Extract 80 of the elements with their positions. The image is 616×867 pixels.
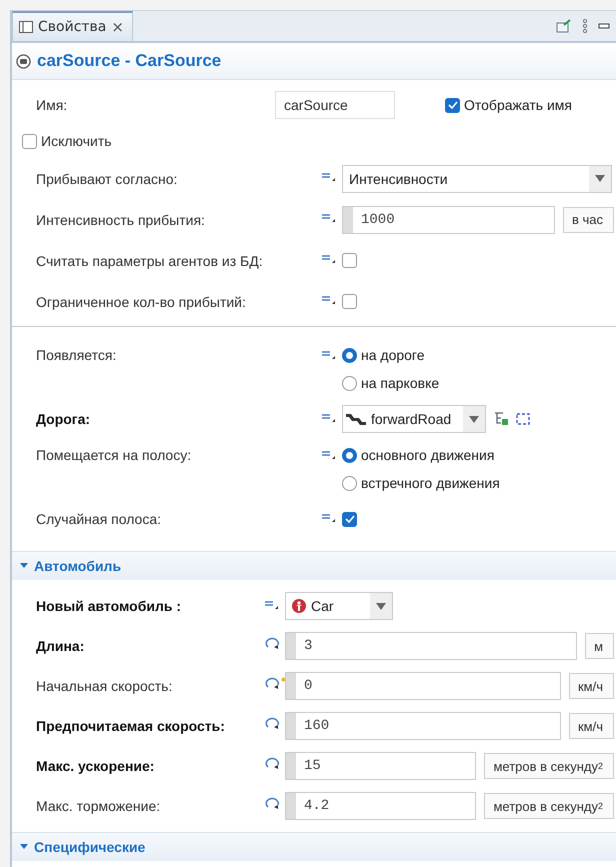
unit-dropdown[interactable]: метров в секунду$^{2}$ <box>484 793 614 819</box>
unit-dropdown[interactable]: м <box>585 633 614 659</box>
field-label: Случайная полоса: <box>36 511 162 527</box>
input-field[interactable]: 4.2 <box>285 792 476 820</box>
dropdown[interactable]: Интенсивности <box>342 164 612 192</box>
dynamic-parameter-icon[interactable] <box>265 677 281 691</box>
dropdown-arrow-icon <box>376 602 386 610</box>
checkbox[interactable] <box>342 253 357 268</box>
input-field[interactable]: 3 <box>285 632 578 660</box>
dropdown[interactable]: Car <box>285 592 393 620</box>
unit-dropdown[interactable]: км/ч <box>568 673 614 699</box>
static-parameter-icon[interactable] <box>322 295 336 305</box>
dynamic-parameter-icon[interactable] <box>265 757 281 771</box>
static-parameter-icon[interactable] <box>322 450 336 460</box>
dropdown[interactable]: forwardRoad <box>342 405 486 433</box>
exclude-option[interactable]: Исключить <box>12 124 616 158</box>
name-field[interactable]: carSource <box>275 91 395 119</box>
more-icon[interactable] <box>582 19 588 33</box>
checkbox[interactable] <box>445 98 460 112</box>
field-label: Макс. торможение: <box>36 798 162 814</box>
input-field[interactable]: 1000 <box>342 206 555 234</box>
properties-tab[interactable]: Свойства × <box>12 11 133 41</box>
selection-icon[interactable] <box>516 413 530 425</box>
static-parameter-icon[interactable] <box>322 512 336 522</box>
input-field[interactable]: 15 <box>285 752 476 780</box>
input-field[interactable]: 160 <box>285 712 561 740</box>
field-label: Интенсивность прибытия: <box>36 212 206 228</box>
unit-dropdown[interactable]: км/ч <box>568 713 614 739</box>
checkbox[interactable] <box>342 512 357 526</box>
static-parameter-icon[interactable] <box>322 350 336 360</box>
radio-button[interactable] <box>342 376 357 390</box>
static-parameter-icon[interactable] <box>322 213 336 223</box>
agent-icon <box>292 599 306 613</box>
dropdown-arrow-icon <box>595 175 605 182</box>
radio-button[interactable] <box>342 448 357 462</box>
radio-option[interactable]: на парковке <box>342 369 440 397</box>
expand-arrow-icon <box>20 563 28 569</box>
field-label: Начальная скорость: <box>36 678 174 694</box>
radio-button[interactable] <box>342 476 357 490</box>
check-icon <box>448 101 458 109</box>
field-label: Помещается на полосу: <box>36 446 192 463</box>
field-label: Ограниченное кол-во прибытий: <box>36 294 247 310</box>
dropdown-arrow-icon <box>469 416 479 422</box>
dynamic-parameter-icon[interactable] <box>265 797 281 811</box>
panel-title: carSource - CarSource <box>37 51 222 71</box>
field-label: Предпочитаемая скорость: <box>36 718 226 734</box>
static-parameter-icon[interactable] <box>322 172 336 182</box>
field-label: Считать параметры агентов из БД: <box>36 252 264 268</box>
dynamic-parameter-icon[interactable] <box>265 637 281 651</box>
unit-dropdown[interactable]: метров в секунду$^{2}$ <box>484 753 614 779</box>
radio-option[interactable]: встречного движения <box>342 469 500 497</box>
show-name-option[interactable]: Отображать имя <box>445 91 572 119</box>
field-label: Длина: <box>36 638 86 654</box>
section-header[interactable]: Специфические <box>12 832 616 861</box>
section-header[interactable]: Автомобиль <box>12 551 616 580</box>
input-field[interactable]: 0 <box>285 672 561 700</box>
panel-icon <box>19 21 33 33</box>
unit-dropdown[interactable]: в час <box>562 206 614 232</box>
close-button[interactable]: × <box>111 18 124 36</box>
static-parameter-icon[interactable] <box>322 254 336 264</box>
radio-option[interactable]: основного движения <box>342 441 500 469</box>
field-label: Макс. ускорение: <box>36 758 156 774</box>
minimize-icon[interactable] <box>598 23 610 29</box>
field-label: Дорога: <box>36 411 92 427</box>
field-label: Прибывают согласно: <box>36 170 178 186</box>
field-label: Имя: <box>36 97 68 113</box>
field-label: Новый автомобиль : <box>36 598 182 614</box>
static-parameter-icon[interactable] <box>265 600 279 610</box>
checkbox[interactable] <box>342 294 357 309</box>
dynamic-parameter-icon[interactable] <box>265 717 281 731</box>
expand-arrow-icon <box>20 844 28 850</box>
road-icon <box>346 413 366 425</box>
field-label: Появляется: <box>36 346 118 363</box>
radio-button[interactable] <box>342 348 357 362</box>
check-icon <box>344 515 354 523</box>
new-window-icon[interactable] <box>556 19 572 33</box>
radio-option[interactable]: на дороге <box>342 341 440 369</box>
checkbox[interactable] <box>22 134 37 148</box>
static-parameter-icon[interactable] <box>322 412 336 422</box>
hint-icon <box>281 677 286 682</box>
